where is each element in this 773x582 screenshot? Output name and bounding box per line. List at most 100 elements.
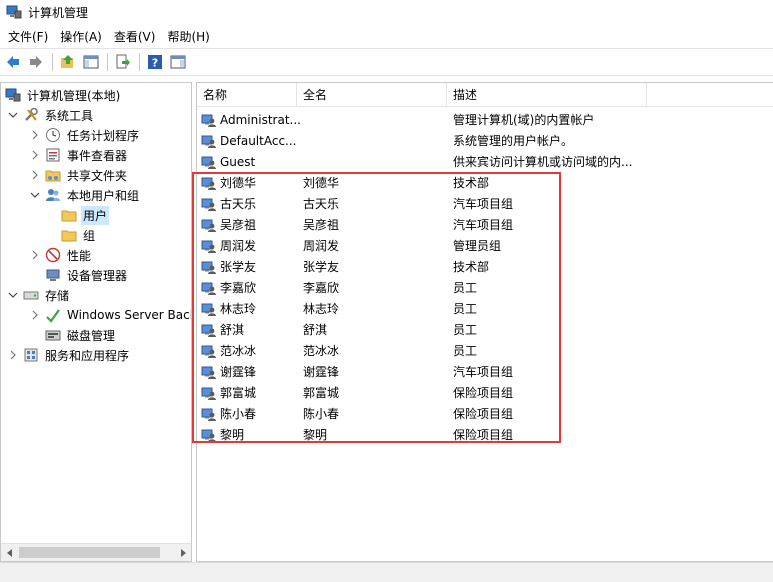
table-row[interactable]: Administrat... 管理计算机(域)的内置帐户	[197, 109, 773, 130]
menu-bar: 文件(F) 操作(A) 查看(V) 帮助(H)	[0, 24, 773, 48]
cell-description: 汽车项目组	[453, 365, 514, 379]
up-level-button[interactable]	[57, 51, 79, 73]
table-row[interactable]: 吴彦祖 吴彦祖 汽车项目组	[197, 214, 773, 235]
action-pane-icon	[170, 55, 186, 69]
toolbar-separator	[107, 53, 108, 71]
user-name-text: 张学友	[220, 260, 257, 274]
table-row[interactable]: 黎明 黎明 保险项目组	[197, 424, 773, 445]
cell-name: Guest	[197, 154, 303, 170]
device-manager-icon	[45, 267, 61, 283]
cell-name: 刘德华	[197, 174, 303, 191]
column-header-name[interactable]: 名称	[197, 83, 297, 107]
tree-item-users[interactable]: 用户	[61, 205, 191, 225]
toolbar: ?	[0, 48, 773, 76]
tree-item-windows-server-backup[interactable]: Windows Server Backup	[29, 305, 191, 325]
table-row[interactable]: 李嘉欣 李嘉欣 员工	[197, 277, 773, 298]
tree-item-system-tools[interactable]: 系统工具	[7, 105, 191, 125]
tree-label-users: 用户	[81, 205, 110, 225]
tree-item-performance[interactable]: 性能	[29, 245, 191, 265]
table-row[interactable]: 周润发 周润发 管理员组	[197, 235, 773, 256]
user-account-icon	[201, 133, 217, 149]
table-row[interactable]: 谢霆锋 谢霆锋 汽车项目组	[197, 361, 773, 382]
table-row[interactable]: 郭富城 郭富城 保险项目组	[197, 382, 773, 403]
user-account-icon	[201, 112, 217, 128]
column-header-full-name[interactable]: 全名	[297, 83, 447, 107]
menu-action[interactable]: 操作(A)	[54, 26, 108, 47]
show-hide-tree-button[interactable]	[80, 51, 102, 73]
chevron-down-icon[interactable]	[7, 289, 19, 301]
backup-icon	[45, 307, 61, 323]
cell-full-name: 古天乐	[303, 197, 340, 211]
disk-icon	[45, 327, 61, 343]
user-name-text: 李嘉欣	[220, 281, 257, 295]
show-action-pane-button[interactable]	[167, 51, 189, 73]
user-account-icon	[201, 385, 217, 401]
tree-item-groups[interactable]: 组	[61, 225, 191, 245]
back-button[interactable]	[2, 51, 24, 73]
chevron-right-icon[interactable]	[29, 249, 41, 261]
table-row[interactable]: 范冰冰 范冰冰 员工	[197, 340, 773, 361]
table-row[interactable]: 舒淇 舒淇 员工	[197, 319, 773, 340]
chevron-right-icon[interactable]	[29, 129, 41, 141]
menu-file[interactable]: 文件(F)	[2, 26, 54, 47]
chevron-right-icon[interactable]	[29, 149, 41, 161]
scrollbar-thumb[interactable]	[19, 547, 160, 558]
cell-name: 谢霆锋	[197, 363, 303, 380]
column-header-description[interactable]: 描述	[447, 83, 647, 107]
chevron-right-icon[interactable]	[29, 169, 41, 181]
tree-label-shared-folders: 共享文件夹	[67, 168, 128, 183]
user-account-icon	[201, 175, 217, 191]
table-row[interactable]: DefaultAcc... 系统管理的用户帐户。	[197, 130, 773, 151]
table-row[interactable]: 林志玲 林志玲 员工	[197, 298, 773, 319]
horizontal-scrollbar[interactable]	[1, 543, 191, 561]
tree-item-root[interactable]: 计算机管理(本地)	[5, 85, 191, 105]
computer-management-icon	[5, 87, 21, 103]
tree-item-device-manager[interactable]: 设备管理器	[45, 265, 191, 285]
tree-label-event-viewer: 事件查看器	[67, 148, 128, 163]
cell-full-name: 张学友	[303, 260, 340, 274]
user-account-icon	[201, 154, 217, 170]
tree-item-disk-management[interactable]: 磁盘管理	[45, 325, 191, 345]
clock-icon	[45, 127, 61, 143]
scroll-left-icon[interactable]	[1, 544, 18, 561]
cell-description: 技术部	[453, 260, 490, 274]
help-button[interactable]: ?	[144, 51, 166, 73]
table-row[interactable]: 古天乐 古天乐 汽车项目组	[197, 193, 773, 214]
tree-item-shared-folders[interactable]: 共享文件夹	[29, 165, 191, 185]
cell-description: 员工	[453, 344, 478, 358]
shared-folder-icon	[45, 167, 61, 183]
console-tree-pane: 计算机管理(本地) 系统工具 任务计划程序 事件查看器 共享文件夹 本地用户和组	[0, 82, 192, 562]
forward-button[interactable]	[25, 51, 47, 73]
tree-item-event-viewer[interactable]: 事件查看器	[29, 145, 191, 165]
window-title: 计算机管理	[28, 5, 89, 20]
tree-item-storage[interactable]: 存储	[7, 285, 191, 305]
user-account-icon	[201, 364, 217, 380]
tree-label-local-users-groups: 本地用户和组	[67, 188, 140, 203]
tree-label-services-apps: 服务和应用程序	[45, 348, 130, 363]
cell-name: 李嘉欣	[197, 279, 303, 296]
tree-label-performance: 性能	[67, 248, 92, 263]
chevron-right-icon[interactable]	[29, 309, 41, 321]
user-name-text: 林志玲	[220, 302, 257, 316]
menu-help[interactable]: 帮助(H)	[161, 26, 215, 47]
chevron-right-icon[interactable]	[7, 349, 19, 361]
chevron-down-icon[interactable]	[7, 109, 19, 121]
tree-item-task-scheduler[interactable]: 任务计划程序	[29, 125, 191, 145]
chevron-down-icon[interactable]	[29, 189, 41, 201]
table-row[interactable]: 张学友 张学友 技术部	[197, 256, 773, 277]
menu-view[interactable]: 查看(V)	[108, 26, 162, 47]
cell-full-name: 舒淇	[303, 323, 328, 337]
cell-description: 员工	[453, 281, 478, 295]
user-account-icon	[201, 238, 217, 254]
user-name-text: 陈小春	[220, 407, 257, 421]
cell-description: 保险项目组	[453, 386, 514, 400]
export-list-button[interactable]	[112, 51, 134, 73]
details-list-pane: 名称 全名 描述 Administrat... 管理计算机(域)的内置帐户 Defa…	[196, 82, 773, 562]
user-account-icon	[201, 427, 217, 443]
tree-item-services-apps[interactable]: 服务和应用程序	[7, 345, 191, 365]
table-row[interactable]: 陈小春 陈小春 保险项目组	[197, 403, 773, 424]
tree-item-local-users-groups[interactable]: 本地用户和组	[29, 185, 191, 205]
scroll-right-icon[interactable]	[174, 544, 191, 561]
table-row[interactable]: 刘德华 刘德华 技术部	[197, 172, 773, 193]
table-row[interactable]: Guest 供来宾访问计算机或访问域的内...	[197, 151, 773, 172]
